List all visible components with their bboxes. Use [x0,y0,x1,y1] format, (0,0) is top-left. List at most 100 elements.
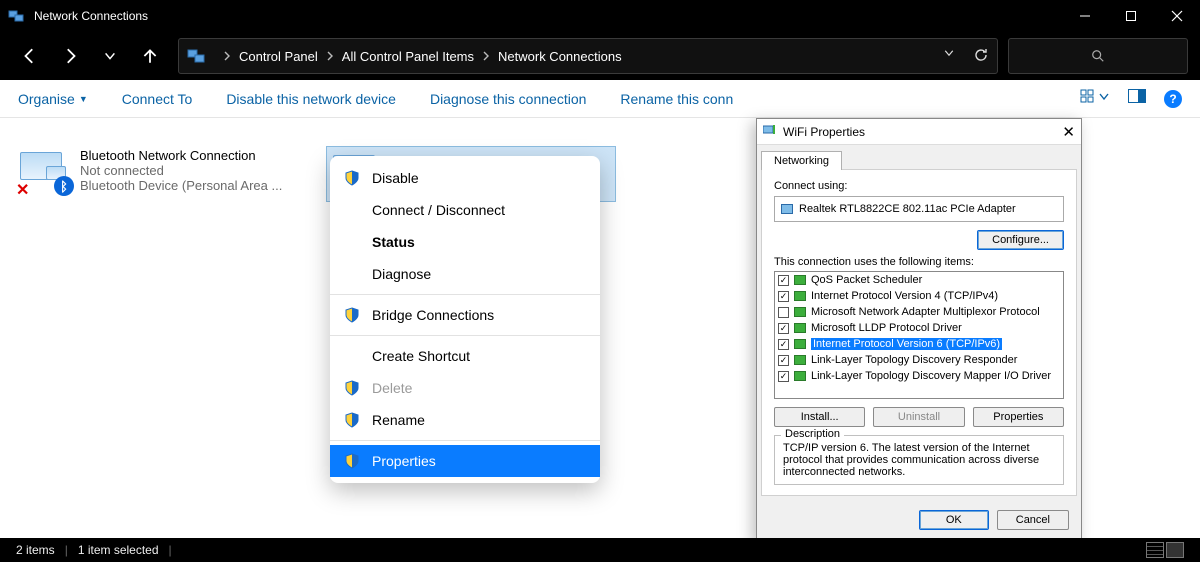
connection-item[interactable]: Microsoft Network Adapter Multiplexor Pr… [775,304,1063,320]
adapter-field: Realtek RTL8822CE 802.11ac PCIe Adapter [774,196,1064,222]
cmd-diagnose[interactable]: Diagnose this connection [430,91,586,107]
shield-icon [344,307,360,323]
ctx-diagnose[interactable]: Diagnose [330,258,600,290]
cmd-connect-to[interactable]: Connect To [122,91,193,107]
protocol-icon [794,371,806,381]
status-item-count: 2 items [16,543,55,557]
search-input[interactable] [1008,38,1188,74]
configure-button[interactable]: Configure... [977,230,1064,250]
dialog-title: WiFi Properties [783,125,865,139]
close-button[interactable] [1154,0,1200,32]
help-button[interactable]: ? [1164,90,1182,108]
protocol-icon [794,355,806,365]
shield-icon [344,453,360,469]
ctx-rename[interactable]: Rename [330,404,600,436]
checkbox[interactable]: ✓ [778,339,789,350]
protocol-icon [794,307,806,317]
checkbox[interactable]: ✓ [778,275,789,286]
refresh-button[interactable] [973,47,989,66]
connection-tile-bluetooth[interactable]: ✕ ᛒ Bluetooth Network Connection Not con… [18,148,318,194]
large-icons-view-button[interactable] [1166,542,1184,558]
dialog-title-bar[interactable]: WiFi Properties ✕ [757,119,1081,145]
ctx-properties[interactable]: Properties [330,445,600,477]
connection-item[interactable]: ✓ Internet Protocol Version 6 (TCP/IPv6) [775,336,1063,352]
cmd-disable[interactable]: Disable this network device [226,91,396,107]
breadcrumb-item[interactable]: Network Connections [498,49,622,64]
status-selected-count: 1 item selected [78,543,159,557]
details-view-button[interactable] [1146,542,1164,558]
ctx-disable[interactable]: Disable [330,162,600,194]
ctx-shortcut[interactable]: Create Shortcut [330,340,600,372]
description-box: Description TCP/IP version 6. The latest… [774,435,1064,485]
address-icon [187,47,205,65]
view-dropdown[interactable] [1080,88,1110,109]
connection-name: Bluetooth Network Connection [80,148,282,163]
maximize-button[interactable] [1108,0,1154,32]
description-text: TCP/IP version 6. The latest version of … [783,442,1039,478]
checkbox[interactable]: ✓ [778,355,789,366]
cmd-rename[interactable]: Rename this conn [620,91,733,107]
connection-item[interactable]: ✓ Link-Layer Topology Discovery Responder [775,352,1063,368]
adapter-icon [763,124,777,139]
separator [330,335,600,336]
disconnected-icon: ✕ [16,180,32,196]
ctx-bridge[interactable]: Bridge Connections [330,299,600,331]
breadcrumb-item[interactable]: Control Panel [239,49,318,64]
breadcrumb-item[interactable]: All Control Panel Items [342,49,474,64]
context-menu: Disable Connect / Disconnect Status Diag… [330,156,600,483]
chevron-down-icon: ▼ [79,94,88,104]
preview-pane-button[interactable] [1128,89,1146,108]
adapter-icon [781,204,793,214]
forward-button[interactable] [52,38,88,74]
checkbox[interactable] [778,307,789,318]
back-button[interactable] [12,38,48,74]
item-label: Microsoft LLDP Protocol Driver [811,322,962,334]
separator [330,294,600,295]
connection-items-list[interactable]: ✓QoS Packet Scheduler✓Internet Protocol … [774,271,1064,399]
protocol-icon [794,339,806,349]
item-properties-button[interactable]: Properties [973,407,1064,427]
ctx-status[interactable]: Status [330,226,600,258]
shield-icon [344,170,360,186]
cmd-organise[interactable]: Organise▼ [18,91,88,107]
item-label: Link-Layer Topology Discovery Mapper I/O… [811,370,1051,382]
ok-button[interactable]: OK [919,510,989,530]
navbar: Control Panel All Control Panel Items Ne… [0,32,1200,80]
install-button[interactable]: Install... [774,407,865,427]
chevron-right-icon [326,51,334,61]
uninstall-button: Uninstall [873,407,964,427]
shield-icon [344,412,360,428]
adapter-name: Realtek RTL8822CE 802.11ac PCIe Adapter [799,203,1016,215]
connection-item[interactable]: ✓ Microsoft LLDP Protocol Driver [775,320,1063,336]
protocol-icon [794,275,806,285]
titlebar: Network Connections [0,0,1200,32]
checkbox[interactable]: ✓ [778,291,789,302]
dialog-close-button[interactable]: ✕ [1062,123,1075,141]
checkbox[interactable]: ✓ [778,371,789,382]
dialog-tabs: Networking [757,145,1081,169]
item-label: Internet Protocol Version 4 (TCP/IPv4) [811,290,998,302]
checkbox[interactable]: ✓ [778,323,789,334]
ctx-delete: Delete [330,372,600,404]
tab-networking[interactable]: Networking [761,151,842,170]
item-label: Microsoft Network Adapter Multiplexor Pr… [811,306,1040,318]
address-bar[interactable]: Control Panel All Control Panel Items Ne… [178,38,998,74]
minimize-button[interactable] [1062,0,1108,32]
recent-button[interactable] [92,38,128,74]
connection-device: Bluetooth Device (Personal Area ... [80,178,282,193]
ctx-connect[interactable]: Connect / Disconnect [330,194,600,226]
item-label: Internet Protocol Version 6 (TCP/IPv6) [811,338,1002,350]
connection-item[interactable]: ✓ Link-Layer Topology Discovery Mapper I/… [775,368,1063,384]
protocol-icon [794,323,806,333]
shield-icon [344,380,360,396]
protocol-icon [794,291,806,301]
app-icon [8,8,24,24]
up-button[interactable] [132,38,168,74]
connect-using-label: Connect using: [774,180,1064,192]
connection-item[interactable]: ✓ Internet Protocol Version 4 (TCP/IPv4) [775,288,1063,304]
item-label: Link-Layer Topology Discovery Responder [811,354,1017,366]
cancel-button[interactable]: Cancel [997,510,1069,530]
description-label: Description [781,428,844,440]
connection-item[interactable]: ✓QoS Packet Scheduler [775,272,1063,288]
chevron-down-icon[interactable] [943,47,955,66]
